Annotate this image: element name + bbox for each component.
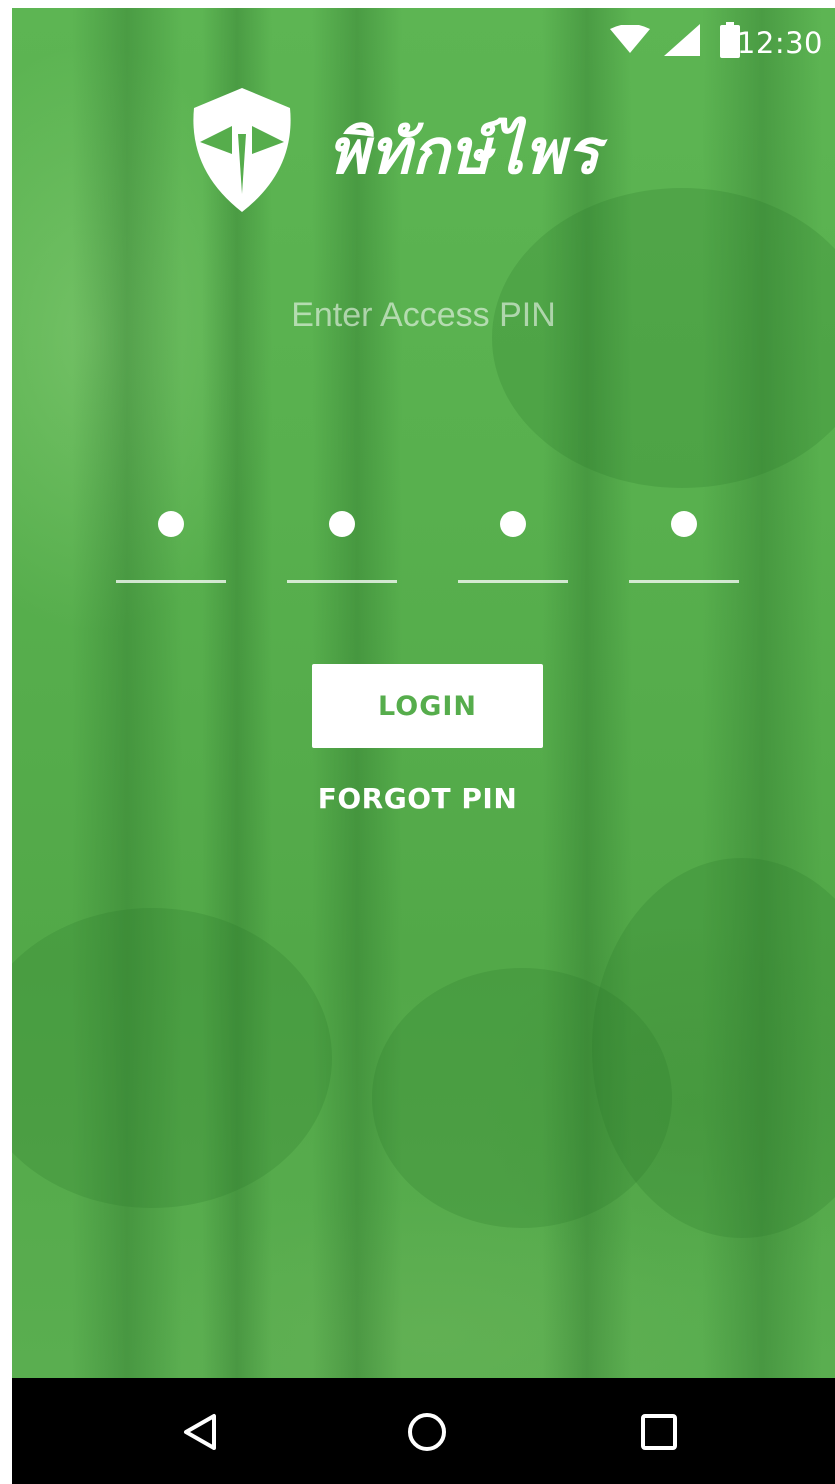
pin-underline [287, 580, 397, 583]
pin-underline [629, 580, 739, 583]
pin-input-row [116, 503, 742, 603]
pin-prompt: Enter Access PIN [291, 296, 556, 334]
pin-underline [116, 580, 226, 583]
pin-underline [458, 580, 568, 583]
background-foliage [12, 908, 332, 1208]
pin-dot [329, 511, 355, 537]
status-bar: 12:30 [12, 8, 835, 72]
signal-icon [664, 24, 700, 60]
wifi-icon [610, 24, 650, 59]
app-brand-name: พิทักษ์ไพร [328, 115, 601, 188]
pin-digit-field[interactable] [629, 503, 739, 593]
status-icons [610, 22, 740, 60]
navigation-bar [12, 1378, 835, 1484]
recents-icon[interactable] [631, 1406, 687, 1458]
pin-dot [500, 511, 526, 537]
forgot-pin-link[interactable]: FORGOT PIN [0, 782, 835, 815]
pin-dot [158, 511, 184, 537]
login-screen: 12:30 พิทักษ์ไพร Enter Access PIN LOGIN [12, 8, 835, 1484]
pin-digit-field[interactable] [287, 503, 397, 593]
login-button[interactable]: LOGIN [312, 664, 543, 748]
status-time: 12:30 [736, 26, 823, 60]
pin-digit-field[interactable] [116, 503, 226, 593]
back-icon[interactable] [172, 1406, 228, 1458]
home-icon[interactable] [399, 1406, 455, 1458]
pin-digit-field[interactable] [458, 503, 568, 593]
shield-icon [186, 84, 298, 216]
pin-dot [671, 511, 697, 537]
